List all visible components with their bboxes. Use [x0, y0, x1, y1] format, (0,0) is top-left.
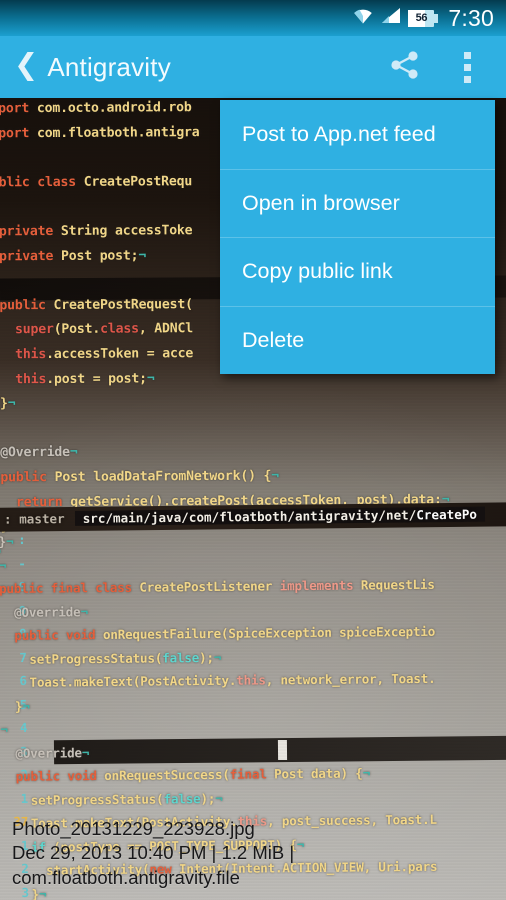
menu-item-open-in-browser[interactable]: Open in browser: [220, 168, 495, 238]
back-button[interactable]: ❮ Antigravity: [0, 36, 171, 98]
battery-icon: 56: [408, 9, 439, 27]
overflow-menu-button[interactable]: [436, 36, 498, 98]
system-status-bar: 56 7:30: [0, 0, 506, 36]
photo-caption: Photo_20131229_223928.jpg Dec 29, 2013 1…: [12, 817, 342, 891]
back-chevron-icon: ❮: [14, 49, 39, 81]
menu-item-label: Post to App.net feed: [242, 121, 436, 146]
status-bar-clock: 7:30: [448, 4, 494, 31]
statusline-path-file: CreatePo: [416, 506, 478, 523]
share-icon: [388, 48, 422, 87]
statusline-path: src/main/java/com/floatboth/antigravity/…: [82, 507, 417, 526]
overflow-menu-icon: [463, 51, 471, 83]
menu-item-copy-public-link[interactable]: Copy public link: [220, 237, 495, 306]
action-bar: ❮ Antigravity: [0, 36, 506, 98]
cellular-signal-icon: [381, 7, 401, 29]
menu-item-label: Copy public link: [242, 259, 393, 284]
share-button[interactable]: [374, 36, 436, 98]
battery-level-label: 56: [415, 12, 428, 24]
menu-item-label: Open in browser: [242, 190, 400, 215]
wifi-icon: [352, 7, 374, 29]
caption-filename: Photo_20131229_223928.jpg: [12, 817, 255, 839]
menu-item-label: Delete: [242, 327, 305, 352]
caption-package: com.floatboth.antigravity.file: [12, 866, 240, 888]
page-title: Antigravity: [47, 51, 171, 82]
menu-item-delete[interactable]: Delete: [220, 305, 495, 375]
menu-item-post-to-appnet[interactable]: Post to App.net feed: [220, 100, 495, 169]
statusline-branch: : master: [3, 511, 65, 527]
overflow-menu[interactable]: Post to App.net feed Open in browser Cop…: [220, 100, 495, 374]
caption-meta: Dec 29, 2013 10:40 PM | 1.2 MiB |: [12, 842, 295, 863]
app-screen: import com.octo.android.rob import com.f…: [0, 0, 506, 900]
